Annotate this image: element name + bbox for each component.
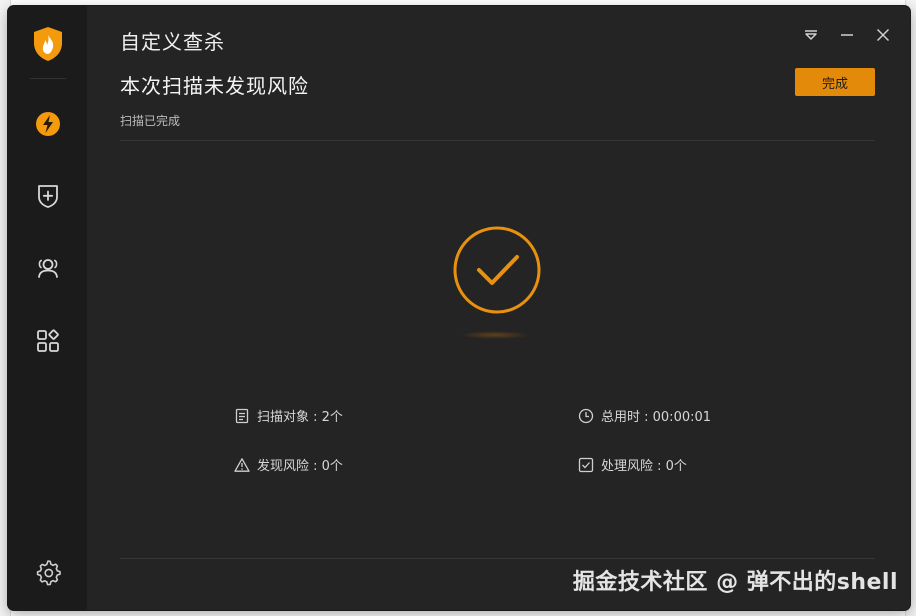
sidebar-item-protection[interactable]	[33, 181, 63, 211]
stat-risks-handled: 处理风险 : 0个	[578, 455, 687, 474]
dropdown-menu-icon	[805, 30, 817, 40]
settings-button[interactable]	[34, 558, 62, 586]
close-icon	[876, 28, 890, 42]
shield-plus-icon	[38, 185, 58, 208]
stat-duration-label: 总用时 : 00:00:01	[601, 410, 712, 425]
done-button[interactable]: 完成	[795, 68, 875, 96]
menu-button[interactable]	[802, 26, 820, 44]
header-divider	[120, 140, 875, 141]
stat-risks-found-label: 发现风险 : 0个	[257, 459, 343, 474]
stat-scanned-label: 扫描对象 : 2个	[257, 410, 343, 425]
stat-total-time: 总用时 : 00:00:01	[578, 406, 711, 425]
window-controls	[802, 26, 892, 44]
scan-window: 自定义查杀 本次扫描未发现风险 扫描已完成 完成 扫描对象: 2个 总用时:…	[8, 6, 910, 610]
sidebar-item-apps[interactable]	[33, 326, 63, 356]
stat-scanned-objects: 扫描对象 : 2个	[234, 406, 343, 425]
app-logo	[32, 26, 64, 62]
scan-status-text: 扫描已完成	[120, 114, 181, 128]
result-headline: 本次扫描未发现风险	[120, 74, 309, 98]
lightning-icon	[36, 112, 60, 136]
document-icon	[235, 408, 249, 423]
sidebar-item-users[interactable]	[33, 253, 63, 283]
logo-divider	[30, 78, 66, 79]
window-title: 自定义查杀	[120, 30, 225, 54]
sidebar	[8, 6, 87, 610]
watermark: 掘金技术社区 @ 弹不出的shell	[572, 570, 898, 595]
minimize-button[interactable]	[838, 26, 856, 44]
checkbox-check-icon	[578, 457, 594, 472]
footer-divider	[120, 558, 875, 559]
clock-icon	[578, 408, 594, 423]
close-button[interactable]	[874, 26, 892, 44]
warning-icon	[234, 457, 250, 472]
gear-icon	[36, 560, 61, 586]
check-shadow	[460, 331, 530, 339]
stat-risks-handled-label: 处理风险 : 0个	[601, 459, 687, 474]
sidebar-item-acceleration[interactable]	[33, 109, 63, 139]
users-icon	[38, 259, 58, 278]
apps-grid-icon	[37, 329, 59, 352]
success-check-icon	[448, 224, 548, 324]
minimize-icon	[841, 34, 853, 36]
stat-risks-found: 发现风险 : 0个	[234, 455, 343, 474]
